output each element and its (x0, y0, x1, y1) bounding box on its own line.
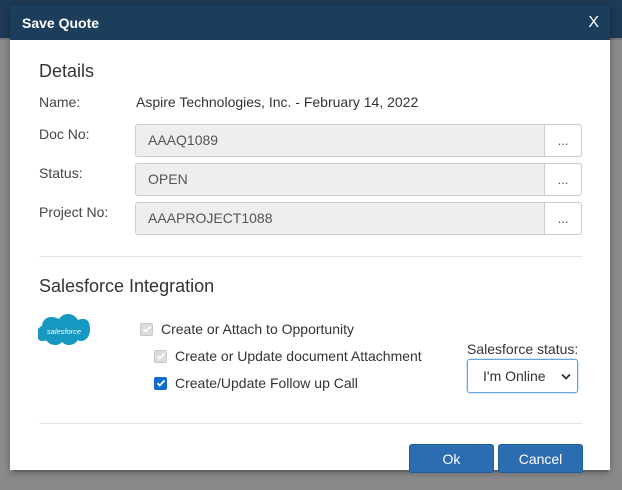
salesforce-logo-text: salesforce (47, 327, 81, 336)
option-create-update-attachment[interactable]: Create or Update document Attachment (154, 348, 422, 364)
checkbox-follow-up-call[interactable] (154, 376, 167, 390)
checkmark-icon (156, 352, 165, 360)
option-label: Create or Attach to Opportunity (161, 321, 354, 337)
status-label: Status: (39, 165, 83, 181)
details-heading: Details (39, 61, 95, 81)
option-label: Create/Update Follow up Call (175, 375, 358, 391)
checkbox-create-update-attachment[interactable] (154, 349, 167, 363)
status-browse-button[interactable]: ... (544, 164, 581, 195)
background-right-strip (608, 40, 622, 490)
doc-no-value: AAAQ1089 (148, 132, 219, 148)
name-value: Aspire Technologies, Inc. - February 14,… (136, 94, 419, 110)
salesforce-logo: salesforce (38, 314, 90, 345)
background-bottom-strip (0, 472, 622, 490)
name-label: Name: (39, 94, 81, 110)
save-quote-dialog: Save Quote X Details Name: Aspire Techno… (10, 5, 610, 473)
checkbox-create-attach-opportunity[interactable] (140, 322, 153, 336)
salesforce-status-value: I'm Online (483, 368, 546, 384)
cancel-button[interactable]: Cancel (498, 444, 583, 473)
status-value: OPEN (148, 171, 188, 187)
salesforce-heading: Salesforce Integration (39, 276, 215, 296)
project-no-field: AAAPROJECT1088 ... (135, 202, 582, 235)
option-label: Create or Update document Attachment (175, 348, 422, 364)
checkmark-icon (156, 379, 165, 387)
section-divider (39, 256, 582, 257)
ok-button[interactable]: Ok (409, 444, 494, 473)
project-no-value: AAAPROJECT1088 (148, 210, 273, 226)
doc-no-browse-button[interactable]: ... (544, 125, 581, 156)
salesforce-status-label: Salesforce status: (467, 341, 579, 357)
option-follow-up-call[interactable]: Create/Update Follow up Call (154, 375, 358, 391)
checkmark-icon (142, 325, 151, 333)
chevron-down-icon (561, 373, 571, 380)
doc-no-label: Doc No: (39, 126, 90, 142)
dialog-title: Save Quote (22, 14, 100, 31)
project-no-browse-button[interactable]: ... (544, 203, 581, 234)
salesforce-status-select[interactable]: I'm Online (467, 359, 578, 393)
project-no-label: Project No: (39, 204, 109, 220)
status-field: OPEN ... (135, 163, 582, 196)
doc-no-field: AAAQ1089 ... (135, 124, 582, 157)
dialog-titlebar: Save Quote X (10, 5, 610, 40)
footer-divider (39, 423, 582, 424)
close-button[interactable]: X (588, 14, 599, 32)
option-create-attach-opportunity[interactable]: Create or Attach to Opportunity (140, 321, 354, 337)
